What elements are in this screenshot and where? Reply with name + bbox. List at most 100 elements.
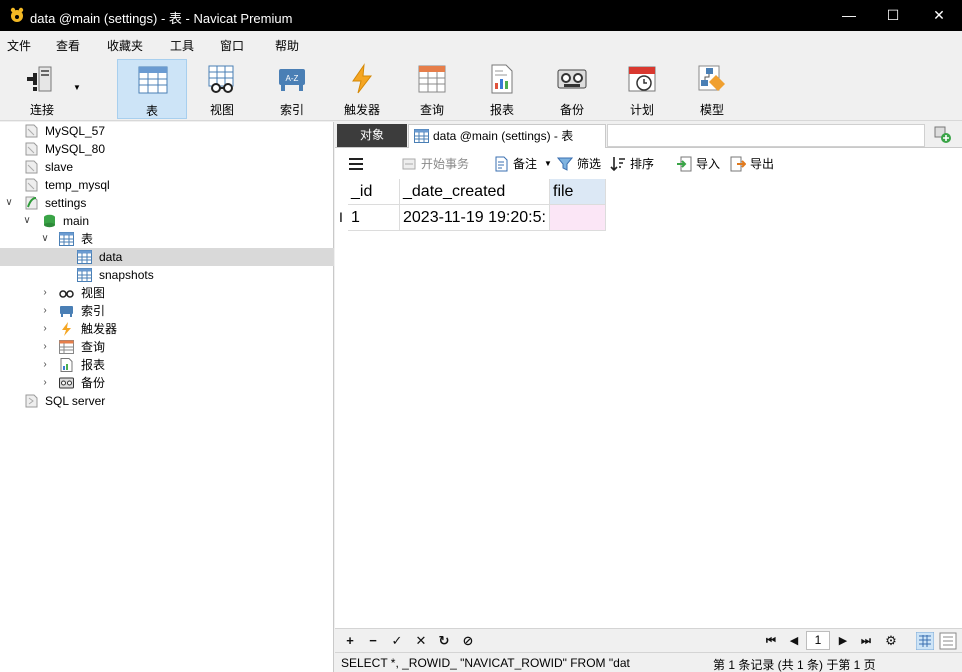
view-button[interactable]: 视图 xyxy=(187,59,257,119)
page-number-input[interactable]: 1 xyxy=(806,631,830,650)
filter-button[interactable]: 筛选 xyxy=(557,156,605,172)
tree-item-indexes[interactable]: › 索引 xyxy=(0,302,334,320)
column-header-date-created[interactable]: _date_created xyxy=(400,179,550,205)
query-icon xyxy=(418,65,446,93)
query-label: 查询 xyxy=(419,103,444,117)
tree-item-slave[interactable]: slave xyxy=(0,158,334,176)
last-page-button[interactable]: ⏭ xyxy=(858,633,874,649)
table-icon xyxy=(414,129,429,143)
memo-dropdown-icon[interactable]: ▼ xyxy=(544,156,552,172)
tree-item-main-db[interactable]: ∨ main xyxy=(0,212,334,230)
tree-item-table-data[interactable]: data xyxy=(0,248,334,266)
menu-window[interactable]: 窗口 xyxy=(220,37,244,54)
maximize-button[interactable]: ☐ xyxy=(870,0,916,31)
connection-tree: MySQL_57 MySQL_80 slave temp_mysql ∨ set… xyxy=(0,122,334,672)
tree-item-reports[interactable]: › 报表 xyxy=(0,356,334,374)
table-icon xyxy=(77,250,92,264)
trigger-button[interactable]: 触发器 xyxy=(327,59,397,119)
sort-button[interactable]: 排序 xyxy=(610,156,658,172)
form-view-icon[interactable] xyxy=(939,632,957,650)
tree-item-backups[interactable]: › 备份 xyxy=(0,374,334,392)
tree-item-table-snapshots[interactable]: snapshots xyxy=(0,266,334,284)
minimize-button[interactable]: — xyxy=(826,0,872,31)
table-icon xyxy=(77,268,92,282)
query-button[interactable]: 查询 xyxy=(397,59,467,119)
delete-record-button[interactable]: − xyxy=(365,633,381,649)
report-button[interactable]: 报表 xyxy=(467,59,537,119)
record-nav-bar: + − ✓ ✕ ↻ ⊘ ⏮ ◀ 1 ▶ ⏭ ⚙ xyxy=(335,628,962,652)
first-page-button[interactable]: ⏮ xyxy=(763,633,779,649)
cell-date-created[interactable]: 2023-11-19 19:20:5: xyxy=(400,205,550,231)
tree-item-temp-mysql[interactable]: temp_mysql xyxy=(0,176,334,194)
backup-button[interactable]: 备份 xyxy=(537,59,607,119)
index-icon xyxy=(60,306,73,317)
hamburger-menu-button[interactable] xyxy=(348,156,366,172)
tree-item-triggers[interactable]: › 触发器 xyxy=(0,320,334,338)
menu-help[interactable]: 帮助 xyxy=(275,37,299,54)
memo-button[interactable]: 备注 ▼ xyxy=(493,156,552,172)
stop-button[interactable]: ⊘ xyxy=(460,633,476,649)
close-button[interactable]: ✕ xyxy=(916,0,962,31)
chevron-down-icon[interactable]: ∨ xyxy=(22,212,32,230)
tree-item-queries[interactable]: › 查询 xyxy=(0,338,334,356)
chevron-right-icon[interactable]: › xyxy=(40,356,50,374)
tree-label: snapshots xyxy=(99,268,154,282)
menu-bar: 文件 查看 收藏夹 工具 窗口 帮助 xyxy=(0,31,962,57)
column-header-file[interactable]: file xyxy=(550,179,606,205)
schedule-button[interactable]: 计划 xyxy=(607,59,677,119)
tree-item-sql-server[interactable]: SQL server xyxy=(0,392,334,410)
model-label: 模型 xyxy=(699,103,724,117)
apply-changes-button[interactable]: ✓ xyxy=(389,633,405,649)
chevron-right-icon[interactable]: › xyxy=(40,284,50,302)
content-panel: 对象 data @main (settings) - 表 开始事务 备注 ▼ 筛… xyxy=(335,122,962,672)
trigger-label: 触发器 xyxy=(343,103,380,117)
tree-item-views[interactable]: › 视图 xyxy=(0,284,334,302)
table-label: 表 xyxy=(145,104,158,118)
grid-view-icon[interactable] xyxy=(916,632,934,650)
backup-icon xyxy=(557,69,587,89)
tree-item-mysql57[interactable]: MySQL_57 xyxy=(0,122,334,140)
tab-objects[interactable]: 对象 xyxy=(337,124,407,147)
next-page-button[interactable]: ▶ xyxy=(835,633,851,649)
calendar-clock-icon xyxy=(628,66,656,92)
discard-changes-button[interactable]: ✕ xyxy=(413,633,429,649)
add-connection-icon[interactable] xyxy=(934,126,952,144)
add-record-button[interactable]: + xyxy=(342,633,358,649)
chevron-down-icon[interactable]: ∨ xyxy=(40,230,50,248)
tree-item-mysql80[interactable]: MySQL_80 xyxy=(0,140,334,158)
tab-data-table[interactable]: data @main (settings) - 表 xyxy=(408,124,606,148)
connect-icon xyxy=(27,66,52,92)
table-button[interactable]: 表 xyxy=(117,59,187,119)
tree-item-settings[interactable]: ∨ settings xyxy=(0,194,334,212)
import-button[interactable]: 导入 xyxy=(676,156,724,172)
record-count: 第 1 条记录 (共 1 条) 于第 1 页 xyxy=(713,658,876,672)
export-button[interactable]: 导出 xyxy=(730,156,778,172)
model-button[interactable]: 模型 xyxy=(677,59,747,119)
connect-button[interactable]: ▼ 连接 xyxy=(7,59,87,119)
transaction-icon xyxy=(402,158,416,170)
chevron-right-icon[interactable]: › xyxy=(40,338,50,356)
view-label: 视图 xyxy=(209,103,234,117)
cell-id[interactable]: 1 xyxy=(348,205,400,231)
refresh-button[interactable]: ↻ xyxy=(436,633,452,649)
menu-file[interactable]: 文件 xyxy=(7,37,31,54)
tree-item-tables[interactable]: ∨ 表 xyxy=(0,230,334,248)
page-settings-button[interactable]: ⚙ xyxy=(883,633,899,649)
begin-transaction-button[interactable]: 开始事务 xyxy=(401,156,481,172)
menu-view[interactable]: 查看 xyxy=(56,37,80,54)
menu-tools[interactable]: 工具 xyxy=(170,37,194,54)
menu-favorites[interactable]: 收藏夹 xyxy=(107,37,143,54)
connection-icon xyxy=(25,394,38,408)
chevron-right-icon[interactable]: › xyxy=(40,320,50,338)
cell-file[interactable] xyxy=(550,205,606,231)
chevron-right-icon[interactable]: › xyxy=(40,374,50,392)
tree-label: settings xyxy=(45,196,87,210)
chevron-down-icon[interactable]: ∨ xyxy=(4,194,14,212)
chevron-right-icon[interactable]: › xyxy=(40,302,50,320)
tab-search-area[interactable] xyxy=(607,124,925,147)
connection-icon xyxy=(25,142,38,156)
connect-dropdown-icon[interactable]: ▼ xyxy=(73,83,81,92)
prev-page-button[interactable]: ◀ xyxy=(786,633,802,649)
column-header-id[interactable]: _id xyxy=(348,179,400,205)
index-button[interactable]: A-Z 索引 xyxy=(257,59,327,119)
